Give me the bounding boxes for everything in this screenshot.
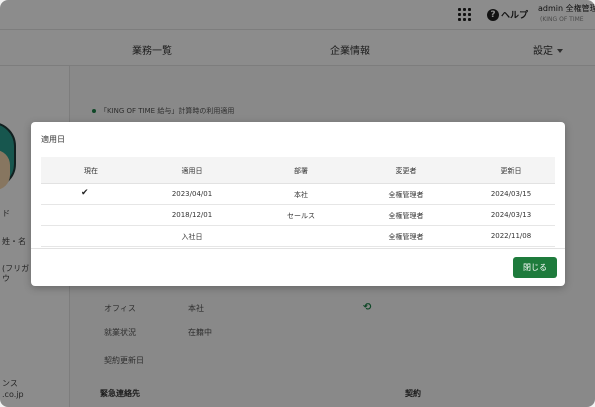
cell-apply-date: 2023/04/01 (171, 190, 213, 198)
cell-changer: 全権管理者 (388, 191, 424, 199)
dialog-footer-divider (31, 248, 565, 249)
column-header-apply-date: 適用日 (181, 167, 203, 175)
cell-changer: 全権管理者 (388, 212, 424, 220)
cell-updated: 2022/11/08 (490, 232, 532, 240)
cell-department: 本社 (294, 191, 308, 199)
cell-apply-date: 入社日 (181, 233, 203, 241)
table-row: 入社日 全権管理者 2022/11/08 (41, 226, 555, 247)
cell-changer: 全権管理者 (388, 233, 424, 241)
check-icon: ✔ (81, 188, 89, 198)
apply-date-dialog: 適用日 現在 適用日 部署 変更者 更新日 ✔ 2023/04/01 本社 全権… (31, 122, 565, 286)
table-row: ✔ 2023/04/01 本社 全権管理者 2024/03/15 (41, 184, 555, 205)
cell-department: セールス (287, 212, 315, 220)
cell-updated: 2024/03/13 (490, 211, 532, 219)
column-header-current: 現在 (84, 167, 98, 175)
column-header-updated: 更新日 (500, 167, 522, 175)
table-row: 2018/12/01 セールス 全権管理者 2024/03/13 (41, 205, 555, 226)
close-button[interactable]: 閉じる (513, 257, 557, 278)
column-header-department: 部署 (294, 167, 308, 175)
cell-apply-date: 2018/12/01 (171, 211, 213, 219)
column-header-changer: 変更者 (395, 167, 417, 175)
app-window: ? ヘルプ admin 全権管理 (KING OF TIME 業務一覧 企業情報… (0, 0, 595, 407)
cell-updated: 2024/03/15 (490, 190, 532, 198)
table-header: 現在 適用日 部署 変更者 更新日 (41, 157, 555, 184)
dialog-title: 適用日 (41, 135, 65, 144)
